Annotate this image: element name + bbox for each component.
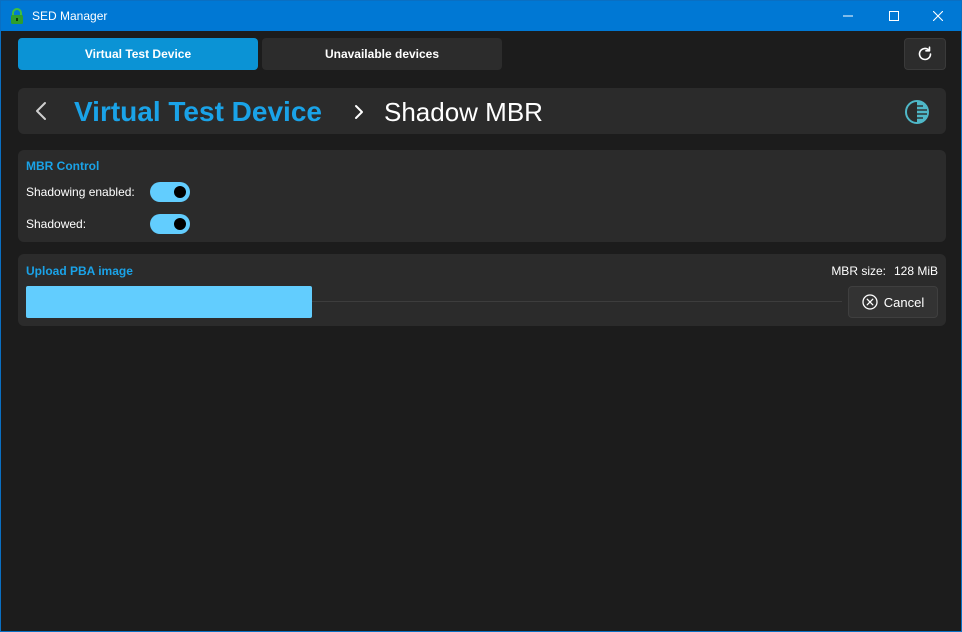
lock-icon — [11, 8, 23, 24]
breadcrumb: Virtual Test Device Shadow MBR — [18, 88, 946, 134]
mbr-size-value: 128 MiB — [893, 264, 938, 278]
theme-toggle-button[interactable] — [902, 97, 932, 127]
shadowed-toggle[interactable] — [150, 214, 190, 234]
back-button[interactable] — [30, 98, 52, 124]
upload-progress-bar — [26, 286, 312, 318]
toggle-knob — [174, 186, 186, 198]
app-window: SED Manager Virtual Test Device Unavaila… — [0, 0, 962, 632]
upload-pba-heading: Upload PBA image — [26, 264, 133, 278]
tab-virtual-test-device[interactable]: Virtual Test Device — [18, 38, 258, 70]
close-icon — [933, 11, 943, 21]
tab-unavailable-devices[interactable]: Unavailable devices — [262, 38, 502, 70]
page-title: Shadow MBR — [384, 97, 543, 127]
mbr-size-label: MBR size: — [831, 264, 886, 278]
mbr-control-heading: MBR Control — [26, 159, 100, 173]
refresh-icon — [918, 46, 932, 61]
shadowing-enabled-toggle[interactable] — [150, 182, 190, 202]
maximize-icon — [889, 11, 899, 21]
chevron-left-icon — [36, 102, 46, 120]
cancel-button[interactable]: Cancel — [848, 286, 938, 318]
maximize-button[interactable] — [871, 1, 917, 31]
refresh-button[interactable] — [904, 38, 946, 70]
shadowed-label: Shadowed: — [26, 217, 87, 231]
minimize-icon — [843, 15, 853, 17]
shadowing-enabled-label: Shadowing enabled: — [26, 185, 135, 199]
contrast-icon — [905, 100, 929, 124]
upload-pba-card: Upload PBA image MBR size: 128 MiB Cance… — [18, 254, 946, 326]
mbr-control-card: MBR Control Shadowing enabled: Shadowed: — [18, 150, 946, 242]
close-button[interactable] — [915, 1, 961, 31]
cancel-circle-icon — [862, 294, 878, 310]
toggle-knob — [174, 218, 186, 230]
main-content: Virtual Test Device Unavailable devices … — [1, 31, 961, 631]
minimize-button[interactable] — [825, 1, 871, 31]
title-bar[interactable]: SED Manager — [1, 1, 961, 31]
chevron-right-icon — [355, 105, 363, 119]
cancel-label: Cancel — [883, 294, 925, 310]
breadcrumb-device[interactable]: Virtual Test Device — [74, 96, 322, 128]
window-title: SED Manager — [32, 9, 108, 23]
